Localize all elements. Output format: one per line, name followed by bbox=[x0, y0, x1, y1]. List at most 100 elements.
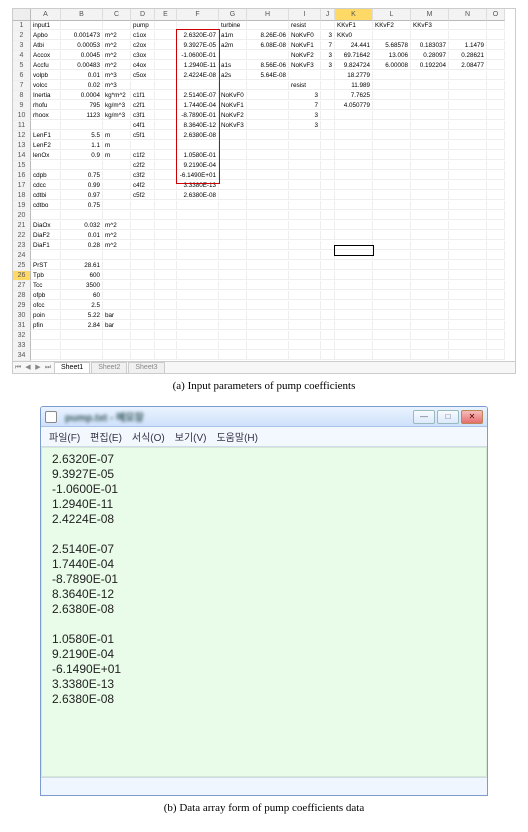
cell-E8[interactable] bbox=[155, 91, 177, 100]
col-header-E[interactable]: E bbox=[155, 9, 177, 21]
cell-I11[interactable]: 3 bbox=[289, 121, 321, 130]
maximize-button[interactable]: □ bbox=[437, 410, 459, 424]
sheet-tab-Sheet2[interactable]: Sheet2 bbox=[91, 362, 127, 373]
cell-B5[interactable]: 0.00483 bbox=[61, 61, 103, 70]
cell-A22[interactable]: DiaF2 bbox=[31, 231, 61, 240]
cell-J7[interactable] bbox=[321, 81, 335, 90]
cell-C11[interactable] bbox=[103, 121, 131, 130]
cell-L3[interactable]: 5.68578 bbox=[373, 41, 411, 50]
cell-J11[interactable] bbox=[321, 121, 335, 130]
cell-L12[interactable] bbox=[373, 131, 411, 140]
cell-N34[interactable] bbox=[449, 351, 487, 360]
cell-A32[interactable] bbox=[31, 331, 61, 340]
cell-D15[interactable]: c2f2 bbox=[131, 161, 155, 170]
cell-F20[interactable] bbox=[177, 211, 219, 220]
cell-O10[interactable] bbox=[487, 111, 505, 120]
cell-L20[interactable] bbox=[373, 211, 411, 220]
close-button[interactable]: ✕ bbox=[461, 410, 483, 424]
cell-D25[interactable] bbox=[131, 261, 155, 270]
cell-C30[interactable]: bar bbox=[103, 311, 131, 320]
cell-B16[interactable]: 0.75 bbox=[61, 171, 103, 180]
cell-A5[interactable]: Accfu bbox=[31, 61, 61, 70]
cell-L34[interactable] bbox=[373, 351, 411, 360]
cell-N32[interactable] bbox=[449, 331, 487, 340]
row-header-32[interactable]: 32 bbox=[13, 331, 31, 341]
col-header-B[interactable]: B bbox=[61, 9, 103, 21]
cell-H30[interactable] bbox=[247, 311, 289, 320]
cell-N16[interactable] bbox=[449, 171, 487, 180]
cell-D12[interactable]: c5f1 bbox=[131, 131, 155, 140]
cell-E1[interactable] bbox=[155, 21, 177, 30]
cell-L33[interactable] bbox=[373, 341, 411, 350]
cell-A25[interactable]: PrST bbox=[31, 261, 61, 270]
cell-G1[interactable]: turbine bbox=[219, 21, 247, 30]
cell-A30[interactable]: poin bbox=[31, 311, 61, 320]
cell-K29[interactable] bbox=[335, 301, 373, 310]
cell-O21[interactable] bbox=[487, 221, 505, 230]
cell-O11[interactable] bbox=[487, 121, 505, 130]
cell-N24[interactable] bbox=[449, 251, 487, 260]
cell-M22[interactable] bbox=[411, 231, 449, 240]
cell-M29[interactable] bbox=[411, 301, 449, 310]
cell-G20[interactable] bbox=[219, 211, 247, 220]
cell-E9[interactable] bbox=[155, 101, 177, 110]
cell-O23[interactable] bbox=[487, 241, 505, 250]
cell-K5[interactable]: 9.824724 bbox=[335, 61, 373, 70]
cell-K31[interactable] bbox=[335, 321, 373, 330]
col-header-G[interactable]: G bbox=[219, 9, 247, 21]
cell-J9[interactable] bbox=[321, 101, 335, 110]
cell-D17[interactable]: c4f2 bbox=[131, 181, 155, 190]
cell-A28[interactable]: ofpb bbox=[31, 291, 61, 300]
row-header-29[interactable]: 29 bbox=[13, 301, 31, 311]
cell-F24[interactable] bbox=[177, 251, 219, 260]
cell-O29[interactable] bbox=[487, 301, 505, 310]
cell-N14[interactable] bbox=[449, 151, 487, 160]
cell-O28[interactable] bbox=[487, 291, 505, 300]
cell-H4[interactable] bbox=[247, 51, 289, 60]
cell-H2[interactable]: 8.26E-06 bbox=[247, 31, 289, 40]
cell-M6[interactable] bbox=[411, 71, 449, 80]
cell-I9[interactable]: 7 bbox=[289, 101, 321, 110]
cell-A14[interactable]: lenOx bbox=[31, 151, 61, 160]
cell-G2[interactable]: a1m bbox=[219, 31, 247, 40]
cell-B22[interactable]: 0.01 bbox=[61, 231, 103, 240]
cell-C16[interactable] bbox=[103, 171, 131, 180]
cell-J29[interactable] bbox=[321, 301, 335, 310]
cell-A8[interactable]: Inertia bbox=[31, 91, 61, 100]
row-header-24[interactable]: 24 bbox=[13, 251, 31, 261]
cell-N33[interactable] bbox=[449, 341, 487, 350]
cell-G10[interactable]: NoKvF2 bbox=[219, 111, 247, 120]
cell-C24[interactable] bbox=[103, 251, 131, 260]
cell-D21[interactable] bbox=[131, 221, 155, 230]
cell-A3[interactable]: Atbi bbox=[31, 41, 61, 50]
cell-C9[interactable]: kg/m^3 bbox=[103, 101, 131, 110]
cell-O22[interactable] bbox=[487, 231, 505, 240]
cell-D10[interactable]: c3f1 bbox=[131, 111, 155, 120]
cell-M11[interactable] bbox=[411, 121, 449, 130]
cell-O24[interactable] bbox=[487, 251, 505, 260]
row-header-18[interactable]: 18 bbox=[13, 191, 31, 201]
cell-D14[interactable]: c1f2 bbox=[131, 151, 155, 160]
text-editor[interactable]: 2.6320E-079.3927E-05-1.0600E-011.2940E-1… bbox=[41, 447, 487, 777]
cell-E16[interactable] bbox=[155, 171, 177, 180]
cell-N28[interactable] bbox=[449, 291, 487, 300]
cell-F22[interactable] bbox=[177, 231, 219, 240]
col-header-H[interactable]: H bbox=[247, 9, 289, 21]
cell-C25[interactable] bbox=[103, 261, 131, 270]
cell-F16[interactable]: -6.1490E+01 bbox=[177, 171, 219, 180]
cell-C33[interactable] bbox=[103, 341, 131, 350]
cell-C4[interactable]: m^2 bbox=[103, 51, 131, 60]
cell-B29[interactable]: 2.5 bbox=[61, 301, 103, 310]
cell-C28[interactable] bbox=[103, 291, 131, 300]
cell-H18[interactable] bbox=[247, 191, 289, 200]
cell-F4[interactable]: -1.0600E-01 bbox=[177, 51, 219, 60]
cell-F5[interactable]: 1.2940E-11 bbox=[177, 61, 219, 70]
cell-K26[interactable] bbox=[335, 271, 373, 280]
cell-E32[interactable] bbox=[155, 331, 177, 340]
cell-E13[interactable] bbox=[155, 141, 177, 150]
cell-L25[interactable] bbox=[373, 261, 411, 270]
cell-D34[interactable] bbox=[131, 351, 155, 360]
cell-O14[interactable] bbox=[487, 151, 505, 160]
cell-K23[interactable] bbox=[335, 241, 373, 250]
cell-I8[interactable]: 3 bbox=[289, 91, 321, 100]
